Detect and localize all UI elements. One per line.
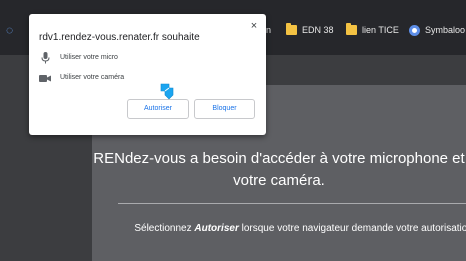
instruction-emphasis: Autoriser [194,223,239,234]
popup-actions: Autoriser Bloquer [29,99,266,119]
permission-microphone: Utiliser votre micro [39,52,118,64]
folder-icon [346,23,357,35]
bookmark-label: EDN 38 [302,25,334,35]
bookmark-label: lien TICE [362,25,399,35]
bookmark-lien-tice[interactable]: lien TICE [346,23,399,37]
permission-popup: rdv1.rendez-vous.renater.fr souhaite × U… [29,14,266,135]
permission-heading: RENdez-vous a besoin d'accéder à votre m… [93,150,465,189]
allow-button[interactable]: Autoriser [127,99,189,119]
popup-title: rdv1.rendez-vous.renater.fr souhaite [39,32,200,43]
divider [118,203,466,204]
extension-icon[interactable]: ◌ [6,24,18,36]
video-camera-icon [39,72,51,84]
browser-window: ◌ n EDN 38 lien TICE Symbaloo RENdez-vou… [0,0,466,261]
permission-camera: Utiliser votre caméra [39,72,124,84]
permission-instruction: Sélectionnez Autoriser lorsque votre nav… [128,221,466,236]
instruction-prefix: Sélectionnez [134,223,195,234]
microphone-icon [39,52,51,64]
block-button[interactable]: Bloquer [194,99,255,119]
permission-label: Utiliser votre micro [60,54,118,61]
bookmark-symbaloo[interactable]: Symbaloo [409,23,465,37]
instruction-suffix: lorsque votre navigateur demande votre a… [238,223,466,234]
symbaloo-icon [409,24,420,36]
close-icon[interactable]: × [248,20,260,32]
bookmark-edn38[interactable]: EDN 38 [286,23,334,37]
folder-icon [286,23,297,35]
bookmark-partial-label[interactable]: n [266,23,271,37]
permission-label: Utiliser votre caméra [60,74,125,81]
bookmark-label: Symbaloo [425,25,466,35]
